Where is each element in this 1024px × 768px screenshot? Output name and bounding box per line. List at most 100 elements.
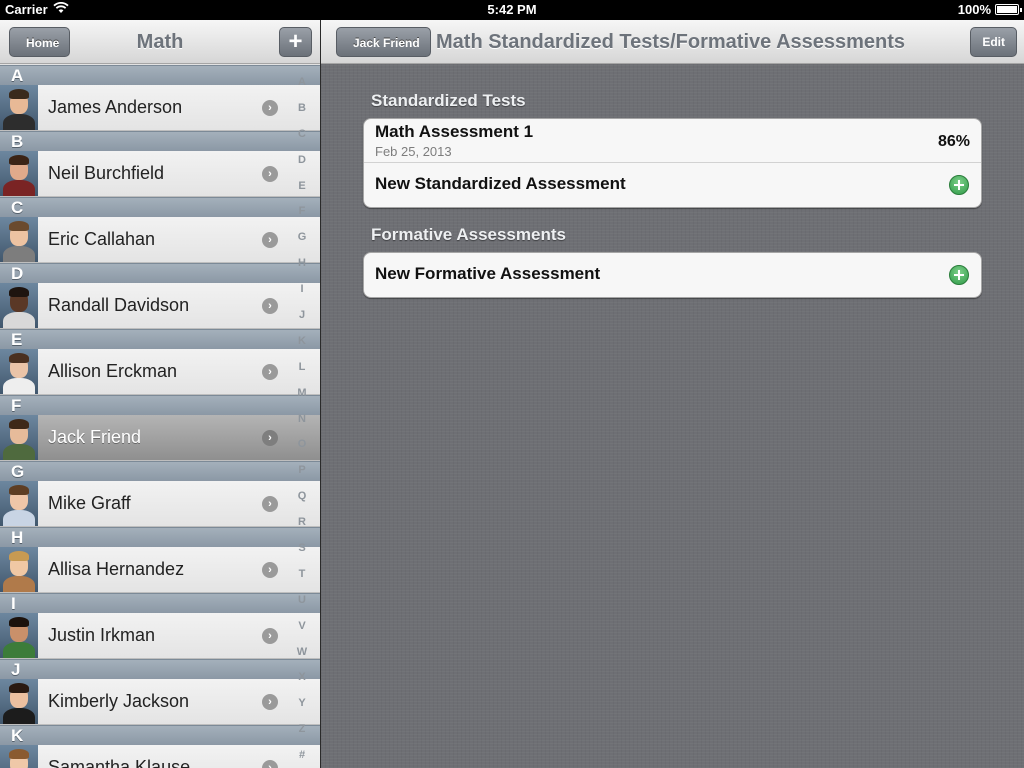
student-row[interactable]: Eric Callahan › — [0, 217, 320, 263]
student-photo — [0, 349, 38, 394]
student-row[interactable]: Jack Friend › — [0, 415, 320, 461]
student-photo — [0, 613, 38, 658]
battery-percent: 100% — [957, 2, 991, 17]
index-letter[interactable]: Y — [290, 691, 314, 717]
status-bar: Carrier 5:42 PM 100% — [0, 0, 1024, 20]
assessment-score: 86% — [937, 133, 970, 150]
index-letter[interactable]: R — [290, 510, 314, 536]
index-letter[interactable]: A — [290, 70, 314, 96]
student-photo — [0, 85, 38, 130]
assessment-title: Math Assessment 1 — [375, 122, 534, 141]
index-letter[interactable]: S — [290, 536, 314, 562]
index-letter[interactable]: C — [290, 122, 314, 148]
index-letter[interactable]: I — [290, 277, 314, 303]
section-header: C — [0, 197, 320, 217]
index-letter[interactable]: F — [290, 199, 314, 225]
index-letter[interactable]: E — [290, 174, 314, 200]
back-to-student-label: Jack Friend — [353, 36, 420, 50]
index-letter[interactable]: P — [290, 458, 314, 484]
edit-button[interactable]: Edit — [970, 27, 1017, 57]
disclosure-chevron-icon[interactable]: › — [262, 760, 278, 768]
student-photo — [0, 283, 38, 328]
master-nav-bar: Home Math + — [0, 20, 320, 64]
disclosure-chevron-icon[interactable]: › — [262, 496, 278, 512]
standardized-tests-group: Math Assessment 1 Feb 25, 2013 86% New S… — [363, 118, 982, 208]
section-header: G — [0, 461, 320, 481]
add-circle-icon[interactable] — [949, 265, 969, 285]
index-letter[interactable]: W — [290, 640, 314, 666]
disclosure-chevron-icon[interactable]: › — [262, 562, 278, 578]
student-row[interactable]: Randall Davidson › — [0, 283, 320, 329]
section-header: K — [0, 725, 320, 745]
index-letter[interactable]: N — [290, 407, 314, 433]
index-letter[interactable]: G — [290, 225, 314, 251]
section-header: J — [0, 659, 320, 679]
section-header: B — [0, 131, 320, 151]
student-name: Allisa Hernandez — [48, 559, 185, 579]
student-row[interactable]: Samantha Klause › — [0, 745, 320, 768]
student-name: Kimberly Jackson — [48, 691, 190, 711]
student-row[interactable]: Kimberly Jackson › — [0, 679, 320, 725]
student-row[interactable]: Mike Graff › — [0, 481, 320, 527]
index-letter[interactable]: # — [290, 743, 314, 768]
formative-assessments-heading: Formative Assessments — [371, 225, 566, 244]
index-letter[interactable]: T — [290, 562, 314, 588]
new-standardized-assessment-row[interactable]: New Standardized Assessment — [364, 163, 981, 207]
master-title: Math — [136, 31, 184, 53]
disclosure-chevron-icon[interactable]: › — [262, 298, 278, 314]
disclosure-chevron-icon[interactable]: › — [262, 694, 278, 710]
index-letter[interactable]: X — [290, 665, 314, 691]
disclosure-chevron-icon[interactable]: › — [262, 232, 278, 248]
student-name: Randall Davidson — [48, 295, 190, 315]
student-photo — [0, 151, 38, 196]
section-header: A — [0, 65, 320, 85]
student-list: A James Anderson › B Neil Burchfield › C Eric C… — [0, 65, 320, 768]
index-letter[interactable]: V — [290, 614, 314, 640]
standardized-tests-heading: Standardized Tests — [371, 91, 526, 110]
index-letter[interactable]: Q — [290, 484, 314, 510]
student-name: Jack Friend — [48, 427, 142, 447]
index-letter[interactable]: O — [290, 432, 314, 458]
detail-title: Math Standardized Tests/Formative Assess… — [436, 31, 906, 53]
index-letter[interactable]: Z — [290, 717, 314, 743]
disclosure-chevron-icon[interactable]: › — [262, 100, 278, 116]
student-row[interactable]: Allisa Hernandez › — [0, 547, 320, 593]
add-circle-icon[interactable] — [949, 175, 969, 195]
status-time: 5:42 PM — [487, 2, 537, 17]
index-letter[interactable]: J — [290, 303, 314, 329]
index-letter[interactable]: D — [290, 148, 314, 174]
disclosure-chevron-icon[interactable]: › — [262, 166, 278, 182]
student-photo — [0, 415, 38, 460]
student-row[interactable]: Neil Burchfield › — [0, 151, 320, 197]
student-row[interactable]: James Anderson › — [0, 85, 320, 131]
student-name: Justin Irkman — [48, 625, 156, 645]
alphabet-index[interactable]: A B C D E F G H I J K L M N O P Q R S T U V W X Y Z # — [290, 70, 314, 768]
index-letter[interactable]: B — [290, 96, 314, 122]
index-letter[interactable]: K — [290, 329, 314, 355]
student-name: Samantha Klause — [48, 757, 191, 768]
detail-nav-bar: Jack Friend Math Standardized Tests/Form… — [321, 20, 1024, 64]
student-row[interactable]: Justin Irkman › — [0, 613, 320, 659]
student-name: James Anderson — [48, 97, 183, 117]
index-letter[interactable]: H — [290, 251, 314, 277]
disclosure-chevron-icon[interactable]: › — [262, 430, 278, 446]
student-photo — [0, 547, 38, 592]
disclosure-chevron-icon[interactable]: › — [262, 628, 278, 644]
student-name: Eric Callahan — [48, 229, 156, 249]
index-letter[interactable]: U — [290, 588, 314, 614]
new-formative-assessment-row[interactable]: New Formative Assessment — [364, 253, 981, 297]
assessment-row[interactable]: Math Assessment 1 Feb 25, 2013 86% — [364, 119, 981, 163]
assessment-date: Feb 25, 2013 — [375, 144, 452, 159]
index-letter[interactable]: L — [290, 355, 314, 381]
add-student-button[interactable]: + — [279, 27, 312, 57]
disclosure-chevron-icon[interactable]: › — [262, 364, 278, 380]
index-letter[interactable]: M — [290, 381, 314, 407]
student-photo — [0, 481, 38, 526]
back-to-student-button[interactable]: Jack Friend — [336, 27, 431, 57]
student-photo — [0, 679, 38, 724]
student-name: Mike Graff — [48, 493, 131, 513]
student-row[interactable]: Allison Erckman › — [0, 349, 320, 395]
student-photo — [0, 217, 38, 262]
new-formative-assessment-label: New Formative Assessment — [375, 264, 601, 283]
formative-assessments-group: New Formative Assessment — [363, 252, 982, 298]
